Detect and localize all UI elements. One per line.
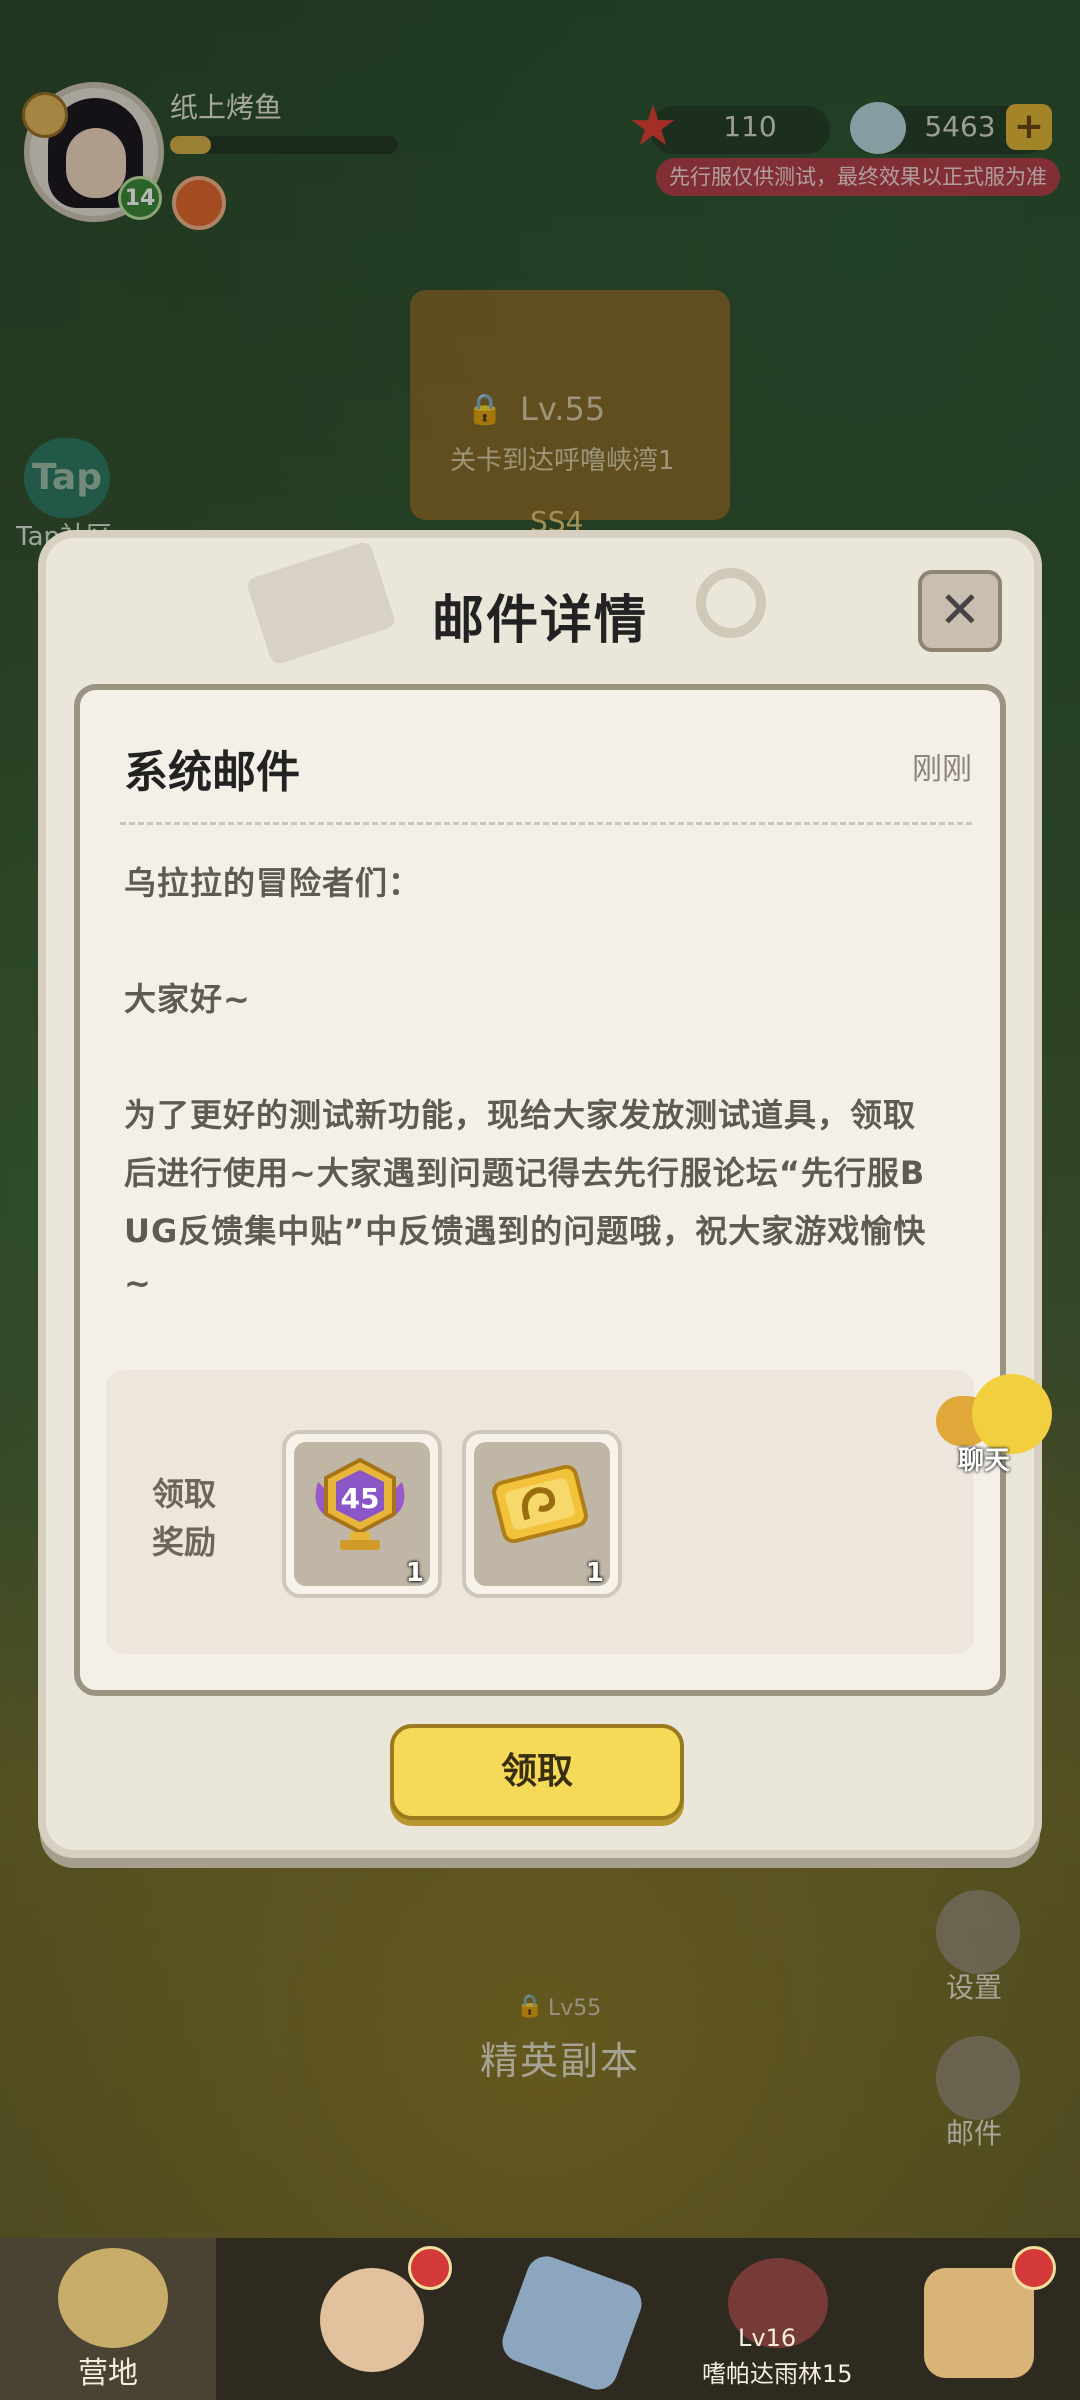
ticket-icon xyxy=(492,1464,588,1544)
mail-hello: 大家好~ xyxy=(124,980,251,1018)
tab-battle[interactable] xyxy=(432,2238,648,2400)
mail-body-line: UG反馈集中贴”中反馈遇到的问题哦，祝大家游戏愉快 xyxy=(124,1212,927,1250)
tab-adventure-label: 嗜帕达雨林15 xyxy=(702,2360,853,2388)
mail-detail-dialog: 邮件详情 ✕ 系统邮件 刚刚 乌拉拉的冒险者们： 大家好~ 为了更好的测试新功能… xyxy=(46,538,1034,1850)
divider xyxy=(120,822,972,825)
shop-icon xyxy=(924,2268,1034,2378)
tab-camp-label: 营地 xyxy=(78,2356,138,2391)
chat-label[interactable]: 聊天 xyxy=(958,1440,1010,1477)
notification-dot xyxy=(1012,2246,1056,2290)
reward-count: 1 xyxy=(405,1558,424,1588)
trophy-45-icon: 45 xyxy=(315,1457,405,1550)
rewards-label-line: 奖励 xyxy=(152,1523,217,1561)
mail-body-line: 为了更好的测试新功能，现给大家发放测试道具，领取 xyxy=(124,1096,917,1134)
mail-body-line: ~ xyxy=(124,1264,152,1302)
reward-item-ticket[interactable]: 1 xyxy=(462,1430,622,1598)
trophy-badge-text: 45 xyxy=(341,1482,380,1515)
hero-icon xyxy=(320,2268,424,2372)
rewards-label-line: 领取 xyxy=(152,1475,217,1513)
mail-title: 系统邮件 xyxy=(124,747,300,798)
mail-time: 刚刚 xyxy=(912,752,972,787)
mail-panel: 系统邮件 刚刚 乌拉拉的冒险者们： 大家好~ 为了更好的测试新功能，现给大家发放… xyxy=(74,684,1006,1696)
reward-item-trophy[interactable]: 45 1 xyxy=(282,1430,442,1598)
tab-camp[interactable]: 营地 xyxy=(0,2238,216,2400)
tab-adventure[interactable]: Lv16 嗜帕达雨林15 xyxy=(648,2238,864,2400)
reward-count: 1 xyxy=(585,1558,604,1588)
close-icon: ✕ xyxy=(939,581,981,639)
dialog-title: 邮件详情 xyxy=(431,591,648,651)
tab-adventure-level: Lv16 xyxy=(738,2324,797,2352)
camp-icon xyxy=(58,2248,168,2348)
tab-shop[interactable] xyxy=(864,2238,1080,2400)
mail-greeting: 乌拉拉的冒险者们： xyxy=(124,864,422,902)
close-button[interactable]: ✕ xyxy=(918,570,1002,652)
mail-body-line: 后进行使用~大家遇到问题记得去先行服论坛“先行服B xyxy=(124,1154,926,1192)
rewards-label: 领取 奖励 xyxy=(152,1470,216,1566)
tab-hero[interactable] xyxy=(216,2238,452,2400)
sword-icon xyxy=(496,2250,648,2396)
claim-button[interactable]: 领取 xyxy=(390,1724,684,1820)
rewards-section: 领取 奖励 45 1 1 xyxy=(106,1370,974,1654)
